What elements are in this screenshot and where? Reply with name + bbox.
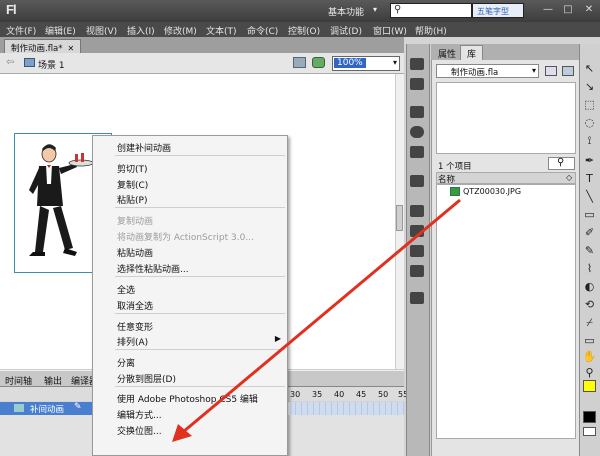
tutorial-arrow-overlay xyxy=(172,198,461,442)
arrow-line xyxy=(182,198,461,434)
